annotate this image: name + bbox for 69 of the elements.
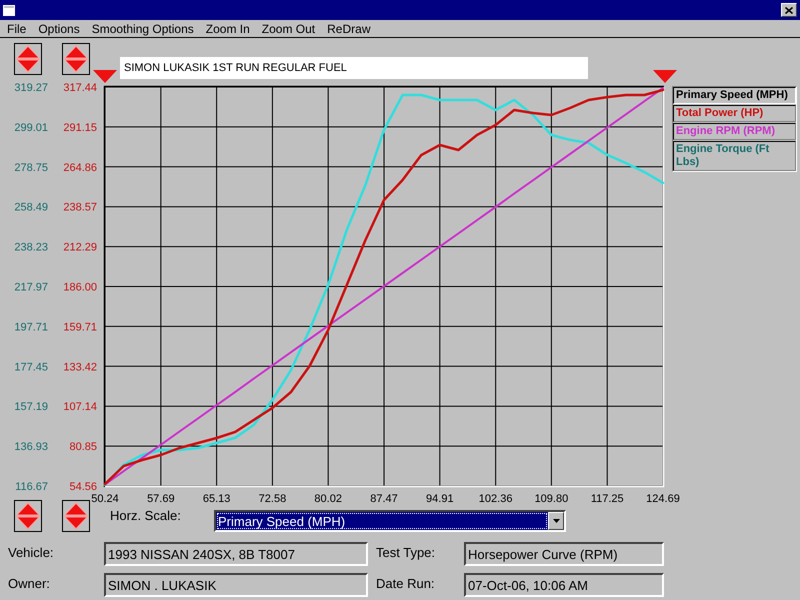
menu-item[interactable]: File xyxy=(1,22,32,36)
legend-item: Primary Speed (MPH) xyxy=(673,87,796,104)
field-label: Date Run: xyxy=(376,575,435,593)
caret-icon xyxy=(552,519,560,523)
y-axis-label: 133.42 xyxy=(63,361,97,374)
x-axis-label: 65.13 xyxy=(202,493,230,505)
marker-icon[interactable] xyxy=(653,70,677,83)
arrow-button[interactable] xyxy=(62,500,90,532)
legend-item: Engine Torque (Ft Lbs) xyxy=(673,141,796,171)
y-axis-label: 159.71 xyxy=(63,321,97,334)
y-axis-label: 299.01 xyxy=(14,122,48,134)
x-axis-label: 50.24 xyxy=(91,493,119,505)
y-axis-label: 317.44 xyxy=(63,82,97,94)
up-down-arrow-icon xyxy=(64,45,88,73)
field-label: Test Type: xyxy=(376,544,436,562)
run-title-field[interactable]: SIMON LUKASIK 1ST RUN REGULAR FUEL xyxy=(120,57,588,79)
up-down-arrow-icon xyxy=(64,502,88,530)
y-axis-label: 177.45 xyxy=(14,361,48,374)
x-axis-label: 57.69 xyxy=(147,493,175,505)
menu-item[interactable]: ReDraw xyxy=(321,22,376,36)
y-axis-label: 212.29 xyxy=(63,242,97,254)
text-field[interactable]: SIMON . LUKASIK xyxy=(104,573,368,597)
x-axis-label: 80.02 xyxy=(314,493,342,505)
y-axis-label: 238.57 xyxy=(63,202,97,214)
marker-icon[interactable] xyxy=(93,70,117,83)
x-axis-label: 124.69 xyxy=(646,493,680,505)
x-axis-label: 72.58 xyxy=(258,493,286,505)
dropdown-button[interactable] xyxy=(548,512,564,530)
y-axis-label: 157.19 xyxy=(14,401,48,414)
arrow-button[interactable] xyxy=(14,43,42,75)
y-axis-label: 291.15 xyxy=(63,122,97,134)
y-axis-label: 54.56 xyxy=(69,481,97,493)
y-axis-label: 186.00 xyxy=(63,282,97,294)
menu-item[interactable]: Zoom Out xyxy=(256,22,322,36)
y-axis-label: 217.97 xyxy=(14,282,48,294)
field-label: Vehicle: xyxy=(8,544,54,562)
x-axis-label: 102.36 xyxy=(478,493,512,505)
y-axis-label: 264.86 xyxy=(63,162,97,174)
close-icon xyxy=(785,6,793,14)
arrow-button[interactable] xyxy=(14,500,42,532)
y-axis-label: 238.23 xyxy=(14,242,48,254)
x-axis-label: 117.25 xyxy=(590,493,624,505)
close-button[interactable] xyxy=(781,3,797,17)
window-icon xyxy=(3,4,15,16)
text-field[interactable]: 1993 NISSAN 240SX, 8B T8007 xyxy=(104,542,368,566)
field-label: Owner: xyxy=(8,575,50,593)
arrow-button[interactable] xyxy=(62,43,90,75)
x-axis-label: 94.91 xyxy=(426,493,454,505)
up-down-arrow-icon xyxy=(16,45,40,73)
legend-item: Engine RPM (RPM) xyxy=(673,123,796,140)
menu-item[interactable]: Zoom In xyxy=(200,22,256,36)
menu-item[interactable]: Options xyxy=(32,22,86,36)
y-axis-label: 107.14 xyxy=(63,401,97,414)
y-axis-label: 258.49 xyxy=(14,202,48,214)
x-axis-label: 87.47 xyxy=(370,493,398,505)
y-axis-label: 136.93 xyxy=(14,441,48,454)
y-axis-label: 116.67 xyxy=(15,481,48,493)
menu-item[interactable]: Smoothing Options xyxy=(86,22,200,36)
y-axis-label: 197.71 xyxy=(14,321,48,334)
y-axis-label: 278.75 xyxy=(14,162,48,174)
up-down-arrow-icon xyxy=(16,502,40,530)
horz-scale-dropdown[interactable]: Primary Speed (MPH) xyxy=(214,510,566,532)
text-field[interactable]: 07-Oct-06, 10:06 AM xyxy=(464,573,664,597)
x-axis-label: 109.80 xyxy=(534,493,568,505)
text-field[interactable]: Horsepower Curve (RPM) xyxy=(464,542,664,566)
y-axis-label: 80.85 xyxy=(69,441,97,454)
y-axis-label: 319.27 xyxy=(14,82,48,94)
horz-scale-label: Horz. Scale: xyxy=(110,508,182,525)
legend-item: Total Power (HP) xyxy=(673,105,796,122)
